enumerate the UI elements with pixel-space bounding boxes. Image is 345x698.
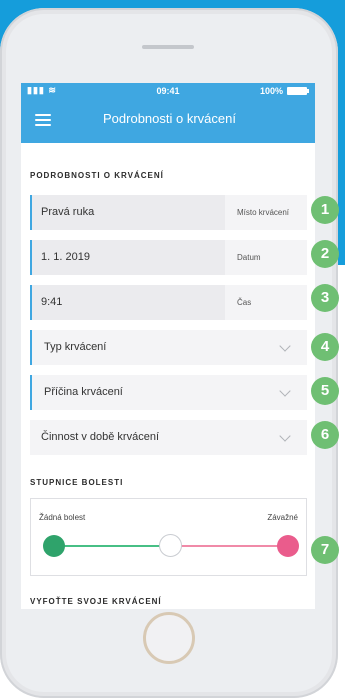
photo-section-heading: VYFOŤTE SVOJE KRVÁCENÍ [30, 597, 162, 606]
slider-max-knob[interactable] [277, 535, 299, 557]
slider-thumb[interactable] [159, 534, 182, 557]
location-field[interactable]: Pravá ruka Místo krvácení [30, 195, 307, 230]
location-label: Místo krvácení [237, 208, 290, 217]
callout-badge: 6 [311, 421, 339, 449]
time-field[interactable]: 9:41 Čas [30, 285, 307, 320]
battery-icon [287, 87, 309, 95]
slider-min-knob[interactable] [43, 535, 65, 557]
home-button[interactable] [143, 612, 195, 664]
app-bar: Podrobnosti o krvácení [21, 98, 315, 143]
time-label: Čas [237, 298, 252, 307]
battery-percent: 100% [259, 86, 283, 96]
callout-badge: 2 [311, 240, 339, 268]
hamburger-menu-icon[interactable] [35, 114, 51, 126]
status-bar: ▮▮▮ ≋ 09:41 100% [21, 83, 315, 98]
date-field[interactable]: 1. 1. 2019 Datum [30, 240, 307, 275]
callout-badge: 7 [311, 536, 339, 564]
pain-scale-slider[interactable]: Žádná bolest Závažné [30, 498, 307, 576]
bleeding-type-dropdown[interactable]: Typ krvácení [30, 330, 307, 365]
pain-min-label: Žádná bolest [39, 513, 86, 522]
bleeding-cause-dropdown[interactable]: Příčina krvácení [30, 375, 307, 410]
app-screen: ▮▮▮ ≋ 09:41 100% Podrobnosti o krvácení … [21, 83, 315, 609]
bleeding-type-placeholder: Typ krvácení [44, 341, 107, 353]
date-label: Datum [237, 253, 261, 262]
phone-speaker [142, 45, 194, 49]
activity-dropdown[interactable]: Činnost v době krvácení [30, 420, 307, 455]
pain-scale-heading: STUPNICE BOLESTI [30, 478, 124, 487]
callout-badge: 3 [311, 284, 339, 312]
page-title: Podrobnosti o krvácení [103, 111, 236, 126]
location-value: Pravá ruka [32, 195, 225, 230]
chevron-down-icon [279, 430, 291, 442]
callout-badge: 4 [311, 333, 339, 361]
callout-badge: 5 [311, 377, 339, 405]
activity-placeholder: Činnost v době krvácení [41, 431, 160, 443]
callout-badge: 1 [311, 196, 339, 224]
slider-track-low [53, 545, 170, 547]
slider-track-high [170, 545, 291, 547]
bleeding-cause-placeholder: Příčina krvácení [44, 386, 123, 398]
chevron-down-icon [279, 385, 291, 397]
pain-max-label: Závažné [267, 513, 298, 522]
date-value: 1. 1. 2019 [32, 240, 225, 275]
time-value: 9:41 [32, 285, 225, 320]
bleeding-details-heading: PODROBNOSTI O KRVÁCENÍ [30, 171, 164, 180]
chevron-down-icon [279, 340, 291, 352]
